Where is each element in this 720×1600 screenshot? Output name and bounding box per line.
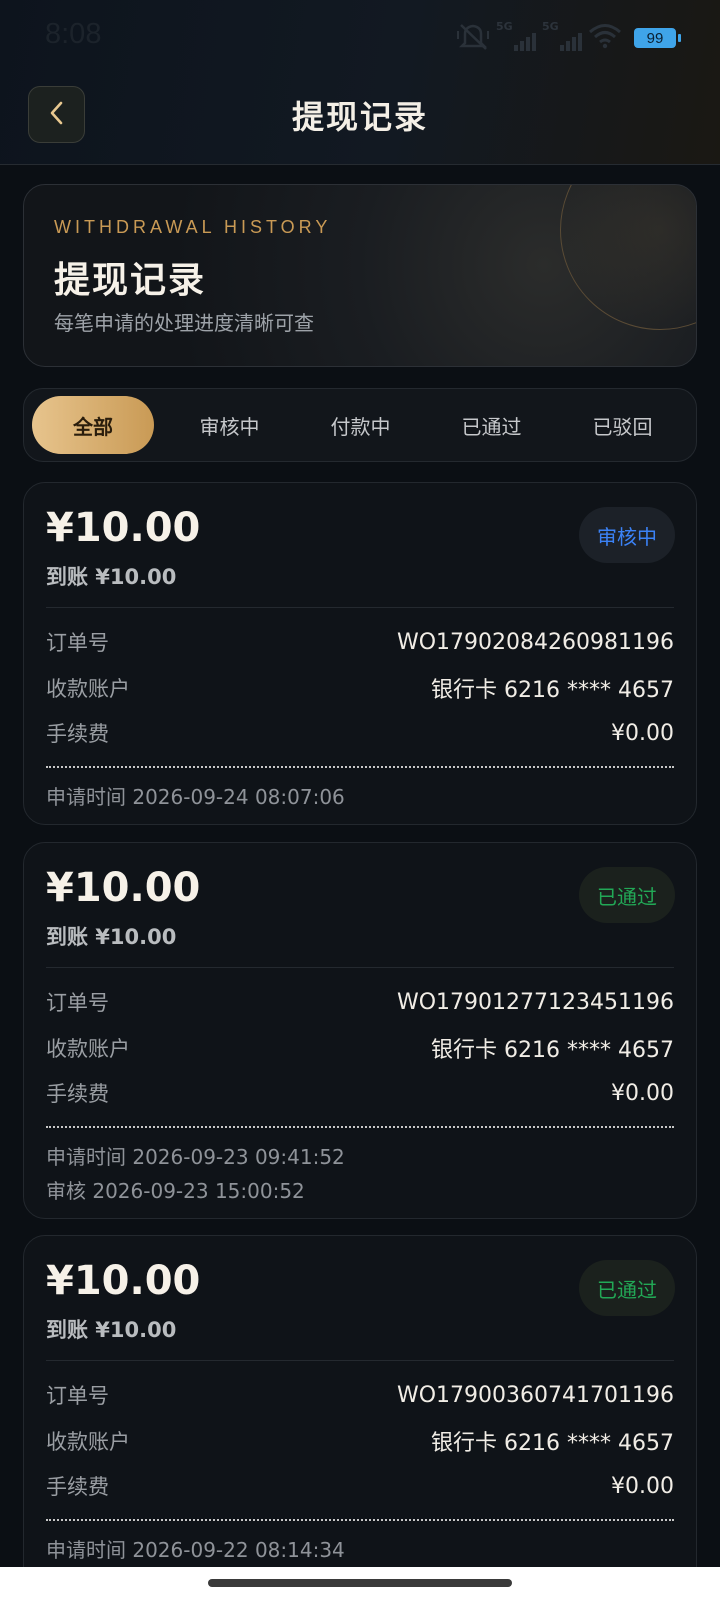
divider: [46, 967, 674, 968]
order-number-value: WO17901277123451196: [396, 989, 674, 1015]
tab-reviewing[interactable]: 审核中: [164, 396, 295, 454]
account-row: 收款账户 银行卡 6216 **** 4657: [46, 1033, 674, 1063]
review-time: 审核 2026-09-23 15:00:52: [46, 1179, 305, 1203]
divider: [46, 1360, 674, 1361]
order-number-value: WO17902084260981196: [396, 629, 674, 655]
fee-value: ¥0.00: [611, 1473, 674, 1499]
account-value: 银行卡 6216 **** 4657: [431, 1431, 674, 1456]
withdrawal-amount: ¥10.00: [46, 865, 201, 911]
status-icons: 5G 5G 99: [456, 20, 681, 55]
account-row: 收款账户 银行卡 6216 **** 4657: [46, 673, 674, 703]
status-badge: 已通过: [579, 867, 675, 923]
order-number-row: 订单号 WO17901277123451196: [46, 987, 674, 1017]
status-time: 8:08: [45, 18, 102, 50]
fee-label: 手续费: [46, 1475, 109, 1499]
divider: [46, 607, 674, 608]
arrival-amount: 到账 ¥10.00: [46, 1318, 177, 1342]
mute-icon: [456, 21, 490, 55]
account-label: 收款账户: [46, 1037, 130, 1061]
fee-label: 手续费: [46, 722, 109, 746]
wifi-icon: [588, 23, 622, 53]
tab-approved[interactable]: 已通过: [426, 396, 557, 454]
dashed-divider: [46, 766, 674, 768]
account-label: 收款账户: [46, 677, 130, 701]
top-header-area: 8:08 5G 5G 99 提现记录: [0, 0, 720, 165]
tab-paying[interactable]: 付款中: [295, 396, 426, 454]
fee-row: 手续费 ¥0.00: [46, 718, 674, 748]
fee-value: ¥0.00: [611, 1080, 674, 1106]
arrival-amount: 到账 ¥10.00: [46, 565, 177, 589]
fee-value: ¥0.00: [611, 720, 674, 746]
page-title: 提现记录: [291, 98, 428, 136]
arrival-amount: 到账 ¥10.00: [46, 925, 177, 949]
fee-row: 手续费 ¥0.00: [46, 1078, 674, 1108]
hero-card: WITHDRAWAL HISTORY 提现记录 每笔申请的处理进度清晰可查: [23, 184, 697, 367]
fee-row: 手续费 ¥0.00: [46, 1471, 674, 1501]
home-indicator[interactable]: [208, 1579, 512, 1587]
status-bar: 8:08 5G 5G 99: [0, 0, 720, 78]
account-label: 收款账户: [46, 1430, 130, 1454]
dashed-divider: [46, 1126, 674, 1128]
withdrawal-record-card[interactable]: ¥10.00 到账 ¥10.00 审核中 订单号 WO1790208426098…: [23, 482, 697, 825]
withdrawal-amount: ¥10.00: [46, 1258, 201, 1304]
status-badge: 已通过: [579, 1260, 675, 1316]
order-number-value: WO17900360741701196: [396, 1382, 674, 1408]
hero-title: 提现记录: [54, 260, 207, 301]
tab-all[interactable]: 全部: [32, 396, 154, 454]
withdrawal-record-card[interactable]: ¥10.00 到账 ¥10.00 已通过 订单号 WO1790127712345…: [23, 842, 697, 1219]
order-number-label: 订单号: [46, 1384, 109, 1408]
account-row: 收款账户 银行卡 6216 **** 4657: [46, 1426, 674, 1456]
account-value: 银行卡 6216 **** 4657: [431, 1038, 674, 1063]
status-filter-tabs: 全部 审核中 付款中 已通过 已驳回: [23, 388, 697, 462]
apply-time: 申请时间 2026-09-23 09:41:52: [46, 1145, 345, 1169]
apply-time: 申请时间 2026-09-24 08:07:06: [46, 785, 345, 809]
status-badge: 审核中: [579, 507, 675, 563]
withdrawal-amount: ¥10.00: [46, 505, 201, 551]
dashed-divider: [46, 1519, 674, 1521]
battery-icon: 99: [634, 28, 681, 48]
apply-time: 申请时间 2026-09-22 08:14:34: [46, 1538, 345, 1562]
order-number-row: 订单号 WO17900360741701196: [46, 1380, 674, 1410]
order-number-row: 订单号 WO17902084260981196: [46, 627, 674, 657]
fee-label: 手续费: [46, 1082, 109, 1106]
signal-icon: 5G: [496, 20, 536, 51]
hero-english-title: WITHDRAWAL HISTORY: [54, 217, 332, 237]
decorative-circle: [560, 185, 696, 330]
withdrawal-record-card[interactable]: ¥10.00 到账 ¥10.00 已通过 订单号 WO1790036074170…: [23, 1235, 697, 1595]
account-value: 银行卡 6216 **** 4657: [431, 678, 674, 703]
signal-icon: 5G: [542, 20, 582, 51]
tab-rejected[interactable]: 已驳回: [557, 396, 688, 454]
navigation-bar: [0, 1567, 720, 1600]
order-number-label: 订单号: [46, 991, 109, 1015]
order-number-label: 订单号: [46, 631, 109, 655]
hero-subtitle: 每笔申请的处理进度清晰可查: [54, 311, 314, 335]
